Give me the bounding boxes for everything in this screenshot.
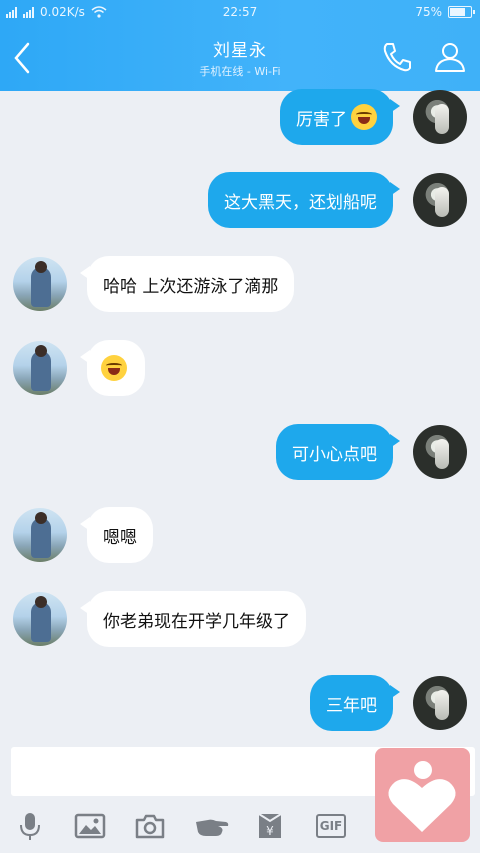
message-bubble[interactable]: 你老弟现在开学几年级了 [80,591,306,647]
laughing-emoji-icon [351,104,377,130]
battery-percent: 75% [415,5,442,19]
person-icon[interactable] [433,40,467,74]
red-packet-icon[interactable]: ¥ [254,810,286,842]
heart-person-icon [388,761,456,832]
message-text: 你老弟现在开学几年级了 [103,611,290,632]
contact-avatar[interactable] [13,341,67,395]
image-icon[interactable] [74,810,106,842]
message-text: 嗯嗯 [103,527,137,548]
gif-icon[interactable]: GIF [316,814,346,838]
contact-avatar[interactable] [13,257,67,311]
message-text: 哈哈 上次还游泳了滴那 [103,276,279,297]
hand-icon[interactable] [194,810,230,842]
message-bubble[interactable]: 嗯嗯 [80,507,153,563]
clock: 22:57 [222,5,258,19]
battery-icon [448,6,475,18]
message-bubble[interactable]: 可小心点吧 [276,424,400,480]
chat-header: 0.02K/s 22:57 75% 刘星永 手机在线 - Wi-Fi [0,0,480,91]
my-avatar[interactable] [413,676,467,730]
message-bubble[interactable]: 厉害了 [280,89,400,145]
laughing-emoji-icon [101,355,127,381]
contact-avatar[interactable] [13,592,67,646]
my-avatar[interactable] [413,425,467,479]
message-bubble[interactable]: 三年吧 [310,675,400,731]
message-text: 可小心点吧 [292,444,377,465]
phone-icon[interactable] [380,40,414,74]
status-bar: 0.02K/s 22:57 75% [0,0,480,24]
floating-heart-app[interactable] [375,748,470,842]
message-text: 厉害了 [296,109,347,130]
message-bubble[interactable]: 哈哈 上次还游泳了滴那 [79,256,295,312]
my-avatar[interactable] [413,173,467,227]
message-bubble[interactable]: 这大黑天，还划船呢 [208,172,400,228]
message-text: 三年吧 [326,695,377,716]
svg-text:¥: ¥ [266,824,274,838]
camera-icon[interactable] [134,810,166,842]
microphone-icon[interactable] [14,810,46,842]
my-avatar[interactable] [413,90,467,144]
contact-avatar[interactable] [13,508,67,562]
message-text: 这大黑天，还划船呢 [224,192,377,213]
message-bubble[interactable] [80,340,145,396]
